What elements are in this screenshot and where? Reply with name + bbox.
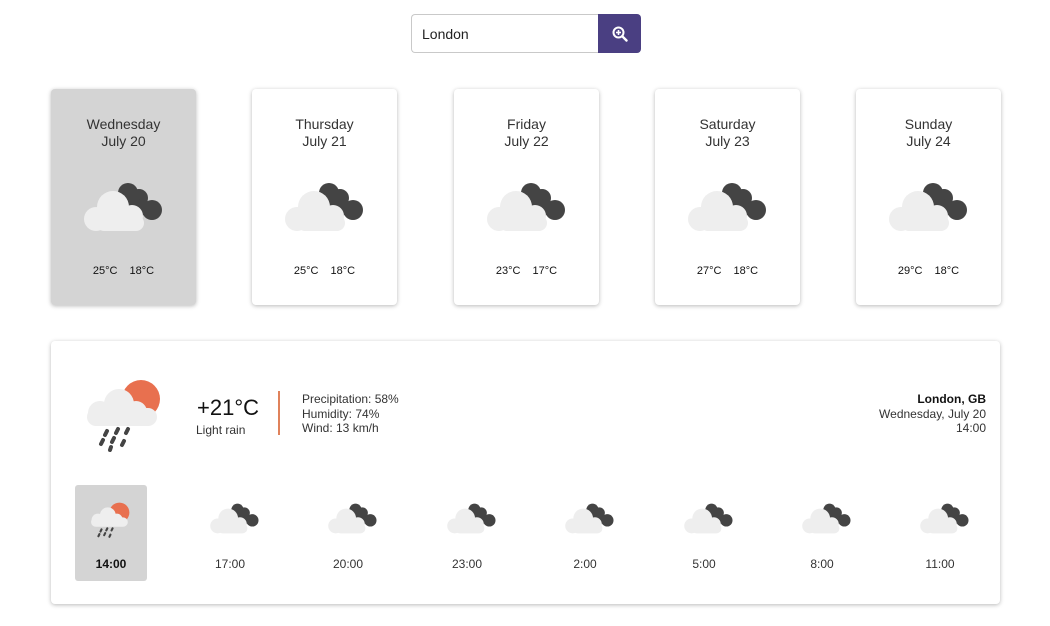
hourly-item-0200[interactable]: 2:00: [549, 485, 621, 581]
hourly-item-1700[interactable]: 17:00: [194, 485, 266, 581]
hourly-item-2000[interactable]: 20:00: [312, 485, 384, 581]
hourly-time: 17:00: [214, 557, 246, 571]
hourly-time: 8:00: [810, 557, 834, 571]
location-info: London, GB Wednesday, July 20 14:00: [879, 392, 986, 436]
current-description: Light rain: [196, 423, 246, 437]
hourly-item-2300[interactable]: 23:00: [431, 485, 503, 581]
hourly-item-0500[interactable]: 5:00: [668, 485, 740, 581]
forecast-high: 27°C: [696, 265, 722, 277]
cloudy-icon: [565, 503, 614, 534]
zoom-search-icon: [612, 26, 628, 42]
hourly-time: 20:00: [332, 557, 364, 571]
cloudy-icon: [688, 183, 766, 231]
forecast-day: Friday: [507, 116, 546, 132]
forecast-day: Thursday: [295, 116, 354, 132]
forecast-date: July 22: [504, 133, 549, 149]
cloudy-icon: [285, 183, 363, 231]
location-date: Wednesday, July 20: [879, 406, 986, 421]
wind: Wind: 13 km/h: [302, 421, 379, 435]
search-button[interactable]: [598, 14, 641, 53]
forecast-low: 18°C: [330, 265, 356, 277]
cloudy-icon: [889, 183, 967, 231]
humidity: Humidity: 74%: [302, 406, 380, 421]
search-bar: [411, 14, 641, 53]
cloudy-icon: [487, 183, 565, 231]
location-city: London, GB: [917, 392, 986, 406]
hourly-time: 14:00: [95, 557, 127, 571]
divider: [278, 391, 280, 435]
forecast-day: Saturday: [699, 116, 756, 132]
weather-details: Precipitation: 58% Humidity: 74% Wind: 1…: [302, 392, 399, 436]
forecast-day: Wednesday: [86, 116, 161, 132]
forecast-date: July 23: [705, 133, 750, 149]
forecast-day: Sunday: [904, 116, 953, 132]
hourly-item-1400[interactable]: 14:00: [75, 485, 147, 581]
forecast-low: 18°C: [934, 265, 960, 277]
forecast-card-saturday[interactable]: Saturday July 23 27°C 18°C: [655, 89, 800, 305]
search-input[interactable]: [411, 14, 598, 53]
hourly-time: 5:00: [692, 557, 716, 571]
location-time: 14:00: [955, 421, 986, 435]
forecast-card-sunday[interactable]: Sunday July 24 29°C 18°C: [856, 89, 1001, 305]
light-rain-icon: [91, 502, 130, 538]
hourly-item-0800[interactable]: 8:00: [786, 485, 858, 581]
forecast-high: 23°C: [495, 265, 521, 277]
forecast-card-friday[interactable]: Friday July 22 23°C 17°C: [454, 89, 599, 305]
cloudy-icon: [447, 503, 496, 534]
hourly-item-1100[interactable]: 11:00: [904, 485, 976, 581]
forecast-high: 29°C: [897, 265, 923, 277]
forecast-card-wednesday[interactable]: Wednesday July 20 25°C 18°C: [51, 89, 196, 305]
forecast-high: 25°C: [92, 265, 118, 277]
cloudy-icon: [210, 503, 259, 534]
forecast-date: July 21: [302, 133, 347, 149]
hourly-time: 23:00: [451, 557, 483, 571]
light-rain-icon: [87, 380, 160, 452]
cloudy-icon: [84, 183, 162, 231]
forecast-card-thursday[interactable]: Thursday July 21 25°C 18°C: [252, 89, 397, 305]
hourly-time: 2:00: [573, 557, 597, 571]
current-weather-panel: +21°C Light rain Precipitation: 58% Humi…: [51, 341, 1000, 604]
cloudy-icon: [920, 503, 969, 534]
forecast-date: July 24: [906, 133, 951, 149]
forecast-low: 17°C: [532, 265, 558, 277]
forecast-low: 18°C: [129, 265, 155, 277]
forecast-low: 18°C: [733, 265, 759, 277]
precipitation: Precipitation: 58%: [302, 392, 399, 406]
cloudy-icon: [684, 503, 733, 534]
current-temperature: +21°C: [197, 395, 260, 420]
cloudy-icon: [328, 503, 377, 534]
forecast-date: July 20: [101, 133, 146, 149]
forecast-high: 25°C: [293, 265, 319, 277]
hourly-time: 11:00: [925, 557, 955, 571]
cloudy-icon: [802, 503, 851, 534]
